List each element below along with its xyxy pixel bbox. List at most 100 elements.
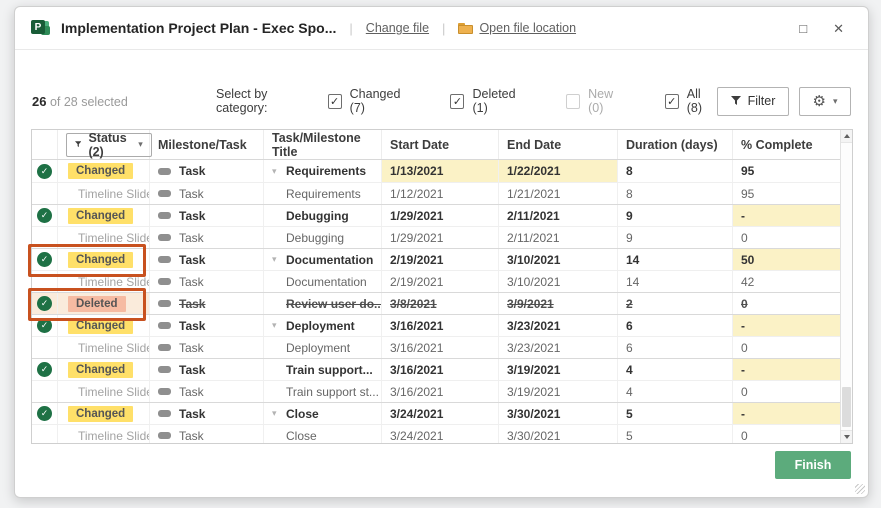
status-cell: Changed	[58, 359, 150, 380]
task-title: Review user do...	[286, 297, 382, 311]
collapse-caret-icon[interactable]: ▾	[272, 408, 286, 419]
task-type-label: Task	[179, 164, 205, 178]
milestone-type-cell: Task	[150, 359, 264, 380]
close-button[interactable]: ✕	[833, 22, 844, 35]
table-row-close[interactable]: Timeline SlideTaskClose3/24/20213/30/202…	[32, 424, 852, 443]
checkbox[interactable]: ✓	[328, 94, 342, 109]
status-filter-dropdown[interactable]: Status (2)▾	[66, 133, 152, 157]
table-row-documentation[interactable]: Timeline SlideTaskDocumentation2/19/2021…	[32, 270, 852, 292]
collapse-caret-icon[interactable]: ▾	[272, 254, 286, 265]
table-row-review-user-do[interactable]: ✓DeletedTaskReview user do...3/8/20213/9…	[32, 292, 852, 314]
table-row-documentation[interactable]: ✓ChangedTask▾Documentation2/19/20213/10/…	[32, 248, 852, 270]
category-checkbox-group: ✓Changed (7) ✓Deleted (1) New (0) ✓All (8)	[328, 87, 717, 115]
percent-complete-cell-value: -	[741, 319, 745, 333]
title-cell: Documentation	[264, 271, 382, 292]
row-selected-check-icon[interactable]: ✓	[37, 252, 52, 267]
milestone-type-cell: Task	[150, 337, 264, 358]
end-date-cell-value: 3/30/2021	[507, 429, 560, 443]
start-date-cell-value: 3/16/2021	[390, 363, 443, 377]
status-badge: Changed	[68, 318, 133, 334]
timeline-slide-label: Timeline Slide	[78, 275, 150, 289]
scroll-up-arrow[interactable]	[841, 130, 852, 143]
table-row-close[interactable]: ✓ChangedTask▾Close3/24/20213/30/20215-	[32, 402, 852, 424]
row-select-cell: ✓	[32, 160, 58, 182]
table-row-deployment[interactable]: Timeline SlideTaskDeployment3/16/20213/2…	[32, 336, 852, 358]
timeline-slide-label: Timeline Slide	[78, 341, 150, 355]
percent-complete-cell: 42	[733, 271, 842, 292]
status-badge: Changed	[68, 252, 133, 268]
end-date-cell-value: 3/23/2021	[507, 341, 560, 355]
percent-complete-cell-value: 42	[741, 275, 754, 289]
settings-button[interactable]: ⚙ ▾	[799, 87, 851, 116]
end-date-cell: 3/23/2021	[499, 315, 618, 336]
task-title: Deployment	[286, 319, 355, 333]
status-badge: Changed	[68, 208, 133, 224]
start-date-cell: 1/29/2021	[382, 205, 499, 226]
category-checkbox-all[interactable]: ✓All (8)	[665, 87, 717, 115]
row-selected-check-icon[interactable]: ✓	[37, 164, 52, 179]
start-date-cell-value: 1/13/2021	[390, 164, 443, 178]
resize-grip[interactable]	[855, 484, 865, 494]
scroll-down-arrow[interactable]	[841, 430, 852, 443]
filter-button-label: Filter	[748, 94, 776, 108]
table-row-deployment[interactable]: ✓ChangedTask▾Deployment3/16/20213/23/202…	[32, 314, 852, 336]
row-selected-check-icon[interactable]: ✓	[37, 406, 52, 421]
row-select-cell	[32, 271, 58, 292]
duration-cell: 8	[618, 160, 733, 182]
category-checkbox-new[interactable]: New (0)	[566, 87, 629, 115]
row-selected-check-icon[interactable]: ✓	[37, 362, 52, 377]
milestone-type-cell: Task	[150, 205, 264, 226]
column-header-Milestone/Task: Milestone/Task	[150, 130, 264, 159]
chevron-down-icon: ▾	[138, 140, 143, 149]
status-cell: Changed	[58, 403, 150, 424]
start-date-cell: 3/8/2021	[382, 293, 499, 314]
task-title: Requirements	[286, 187, 361, 201]
vertical-scrollbar[interactable]	[840, 130, 852, 443]
duration-cell-value: 4	[626, 363, 633, 377]
end-date-cell-value: 1/22/2021	[507, 164, 560, 178]
scrollbar-thumb[interactable]	[842, 387, 851, 427]
end-date-cell: 1/22/2021	[499, 160, 618, 182]
column-header-Task/Milestone Title: Task/Milestone Title	[264, 130, 382, 159]
window-controls: □ ✕	[799, 22, 868, 35]
start-date-cell-value: 2/19/2021	[390, 275, 443, 289]
table-row-debugging[interactable]: Timeline SlideTaskDebugging1/29/20212/11…	[32, 226, 852, 248]
collapse-caret-icon[interactable]: ▾	[272, 320, 286, 331]
row-selected-check-icon[interactable]: ✓	[37, 318, 52, 333]
title-cell: Review user do...	[264, 293, 382, 314]
change-file-link[interactable]: Change file	[366, 21, 429, 35]
table-row-train-support[interactable]: ✓ChangedTaskTrain support...3/16/20213/1…	[32, 358, 852, 380]
task-bar-icon	[158, 432, 171, 439]
collapse-caret-icon[interactable]: ▾	[272, 166, 286, 177]
task-title: Documentation	[286, 253, 373, 267]
percent-complete-cell-value: 95	[741, 164, 754, 178]
filter-button[interactable]: Filter	[717, 87, 789, 116]
task-title: Close	[286, 429, 317, 443]
table-row-requirements[interactable]: Timeline SlideTaskRequirements1/12/20211…	[32, 182, 852, 204]
row-selected-check-icon[interactable]: ✓	[37, 208, 52, 223]
end-date-cell-value: 3/23/2021	[507, 319, 560, 333]
table-row-requirements[interactable]: ✓ChangedTask▾Requirements1/13/20211/22/2…	[32, 160, 852, 182]
maximize-button[interactable]: □	[799, 22, 807, 35]
checkbox[interactable]: ✓	[450, 94, 464, 109]
end-date-cell: 3/23/2021	[499, 337, 618, 358]
end-date-cell: 3/30/2021	[499, 425, 618, 443]
finish-button[interactable]: Finish	[775, 451, 851, 479]
table-row-debugging[interactable]: ✓ChangedTaskDebugging1/29/20212/11/20219…	[32, 204, 852, 226]
table-row-train-support-st[interactable]: Timeline SlideTaskTrain support st...3/1…	[32, 380, 852, 402]
checkbox[interactable]: ✓	[665, 94, 679, 109]
checkbox[interactable]	[566, 94, 580, 109]
category-checkbox-changed[interactable]: ✓Changed (7)	[328, 87, 415, 115]
percent-complete-cell-value: -	[741, 209, 745, 223]
open-file-location-link[interactable]: Open file location	[458, 21, 576, 35]
duration-cell: 2	[618, 293, 733, 314]
duration-cell: 6	[618, 315, 733, 336]
status-cell: Changed	[58, 249, 150, 270]
start-date-cell: 3/24/2021	[382, 425, 499, 443]
duration-cell-value: 5	[626, 429, 633, 443]
row-selected-check-icon[interactable]: ✓	[37, 296, 52, 311]
percent-complete-cell-value: 50	[741, 253, 754, 267]
end-date-cell: 3/30/2021	[499, 403, 618, 424]
category-checkbox-deleted[interactable]: ✓Deleted (1)	[450, 87, 530, 115]
start-date-cell: 3/24/2021	[382, 403, 499, 424]
